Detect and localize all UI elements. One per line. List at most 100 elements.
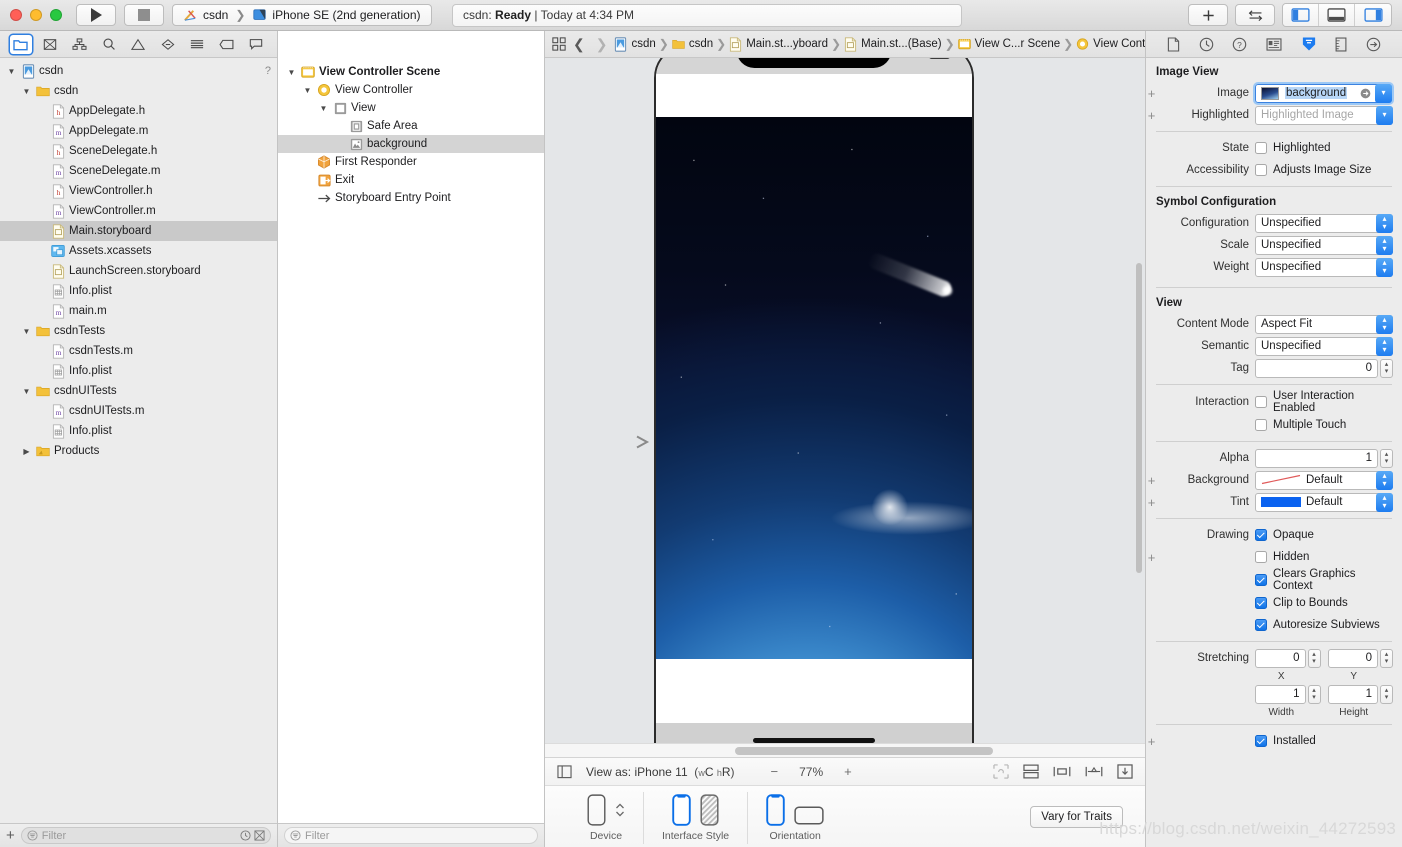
close-window-button[interactable] (10, 9, 22, 21)
project-navigator-row[interactable]: h AppDelegate.h (0, 101, 277, 121)
tag-input[interactable]: 0 (1255, 358, 1378, 378)
document-outline-row[interactable]: background (278, 135, 544, 153)
project-navigator-row[interactable]: m AppDelegate.m (0, 121, 277, 141)
history-inspector-icon[interactable] (1199, 37, 1214, 52)
navigator-tab-report[interactable] (245, 35, 267, 54)
scheme-selector[interactable]: csdn ❯ iPhone SE (2nd generation) (172, 4, 432, 26)
interface-builder-canvas[interactable]: 9:41 (545, 58, 1145, 757)
device-stepper-icon[interactable] (615, 801, 625, 819)
file-inspector-icon[interactable] (1167, 36, 1180, 52)
document-outline-row[interactable]: ▼ View Controller Scene (278, 63, 544, 81)
project-navigator-row[interactable]: ▼ csdn? (0, 61, 277, 81)
add-file-button[interactable]: + (6, 828, 15, 843)
scrollbar-thumb[interactable] (735, 747, 993, 755)
project-navigator-row[interactable]: ▼ csdn (0, 81, 277, 101)
align-icon[interactable] (1053, 764, 1071, 779)
canvas-horizontal-scrollbar[interactable] (545, 743, 1145, 757)
state-highlighted-checkbox[interactable] (1255, 142, 1267, 154)
autoresize-subviews-checkbox[interactable] (1255, 619, 1267, 631)
zoom-out-button[interactable]: − (771, 764, 779, 779)
interface-style-row[interactable] (672, 792, 719, 828)
disclosure-triangle[interactable]: ▼ (21, 387, 32, 396)
project-navigator-row[interactable]: Assets.xcassets (0, 241, 277, 261)
resolve-issues-icon[interactable] (1117, 764, 1133, 779)
scrollbar-thumb[interactable] (1136, 263, 1142, 573)
tag-stepper[interactable]: ▴ ▾ (1380, 358, 1393, 378)
alpha-input[interactable]: 1 (1255, 448, 1378, 468)
project-navigator-row[interactable]: m main.m (0, 301, 277, 321)
jump-bar-segment[interactable]: csdn (672, 36, 713, 52)
user-interaction-enabled-checkbox[interactable] (1255, 396, 1267, 408)
update-frames-icon[interactable] (993, 764, 1009, 779)
zoom-in-button[interactable]: + (844, 764, 852, 779)
toggle-navigator-button[interactable] (1283, 4, 1319, 26)
navigator-tab-source-control[interactable] (39, 35, 61, 54)
project-navigator-row[interactable]: ▼ csdnUITests (0, 381, 277, 401)
stretch-height-input[interactable]: 1 (1327, 684, 1378, 704)
jump-bar-forward-button[interactable]: ❯ (592, 36, 612, 53)
connections-inspector-icon[interactable] (1366, 37, 1381, 52)
add-variation-icon[interactable]: + (1146, 735, 1157, 748)
document-outline-row[interactable]: Exit (278, 171, 544, 189)
disclosure-triangle[interactable]: ▼ (286, 68, 297, 77)
scale-popup-button[interactable]: ▴ ▾ (1376, 235, 1393, 255)
image-popup-button[interactable]: ▾ (1375, 83, 1392, 103)
toggle-document-outline-icon[interactable] (557, 764, 572, 779)
weight-popup-button[interactable]: ▴ ▾ (1376, 257, 1393, 277)
landscape-orientation-icon[interactable] (794, 806, 824, 825)
adjusts-image-size-checkbox[interactable] (1255, 164, 1267, 176)
project-navigator-list[interactable]: ▼ csdn? ▼ csdn h AppDelegate.h m AppDelegate.m h… (0, 58, 277, 823)
disclosure-triangle[interactable]: ▼ (21, 327, 32, 336)
dark-mode-phone-icon[interactable] (700, 794, 719, 826)
stretch-width-input[interactable]: 1 (1255, 684, 1306, 704)
add-variation-icon[interactable]: + (1146, 551, 1157, 564)
project-navigator-row[interactable]: h ViewController.h (0, 181, 277, 201)
document-outline-row[interactable]: Storyboard Entry Point (278, 189, 544, 207)
document-outline-row[interactable]: First Responder (278, 153, 544, 171)
navigator-tab-symbol[interactable] (69, 35, 91, 54)
jump-bar-segment[interactable]: View Controller (1076, 36, 1145, 52)
outline-filter-input[interactable]: Filter (284, 827, 538, 844)
background-image-view[interactable] (656, 117, 972, 659)
alpha-stepper[interactable]: ▴ ▾ (1380, 448, 1393, 468)
related-items-icon[interactable] (552, 37, 566, 51)
view-as-label[interactable]: View as: iPhone 11 (wC hR) (586, 765, 735, 779)
attributes-inspector-icon[interactable] (1301, 36, 1317, 52)
add-variation-icon[interactable]: + (1146, 87, 1157, 100)
jump-bar-segment[interactable]: Main.st...(Base) (844, 36, 942, 52)
add-variation-icon[interactable]: + (1146, 109, 1157, 122)
disclosure-triangle[interactable]: ▶ (21, 447, 32, 456)
stretch-x-stepper[interactable]: ▴ ▾ (1307, 648, 1321, 668)
project-navigator-row[interactable]: m SceneDelegate.m (0, 161, 277, 181)
device-preview[interactable]: 9:41 (654, 58, 974, 757)
navigator-filter-input[interactable]: Filter (20, 827, 271, 844)
device-control-row[interactable] (587, 792, 625, 828)
stretch-height-stepper[interactable]: ▴ ▾ (1380, 684, 1393, 704)
highlighted-combo[interactable]: Highlighted Image ▾ (1255, 105, 1393, 125)
portrait-orientation-icon[interactable] (766, 794, 785, 826)
clip-to-bounds-checkbox[interactable] (1255, 597, 1267, 609)
jump-bar-segment[interactable]: Main.st...yboard (729, 36, 828, 52)
project-navigator-row[interactable]: ▶ Products (0, 441, 277, 461)
stretch-x-input[interactable]: 0 (1255, 648, 1306, 668)
semantic-popup-button[interactable]: ▴ ▾ (1376, 336, 1393, 356)
project-navigator-row[interactable]: m ViewController.m (0, 201, 277, 221)
project-navigator-row[interactable]: LaunchScreen.storyboard (0, 261, 277, 281)
disclosure-triangle[interactable]: ▼ (21, 87, 32, 96)
jump-bar-segment[interactable]: csdn (614, 36, 656, 52)
stretch-width-stepper[interactable]: ▴ ▾ (1307, 684, 1321, 704)
project-navigator-row[interactable]: Info.plist (0, 281, 277, 301)
image-clear-icon[interactable] (1360, 88, 1371, 99)
stretch-y-input[interactable]: 0 (1327, 648, 1378, 668)
project-navigator-row[interactable]: Info.plist (0, 361, 277, 381)
canvas-vertical-scrollbar[interactable] (1134, 58, 1145, 743)
background-color-select[interactable]: Default ▴ ▾ (1255, 470, 1393, 490)
document-outline-row[interactable]: Safe Area (278, 117, 544, 135)
clears-graphics-context-checkbox[interactable] (1255, 574, 1267, 586)
add-variation-icon[interactable]: + (1146, 496, 1157, 509)
orientation-row[interactable] (766, 792, 824, 828)
toggle-inspector-button[interactable] (1355, 4, 1391, 26)
tint-popup-button[interactable]: ▴ ▾ (1376, 492, 1393, 512)
content-mode-select[interactable]: Aspect Fit ▴ ▾ (1255, 314, 1393, 334)
navigator-tab-breakpoint[interactable] (216, 35, 238, 54)
